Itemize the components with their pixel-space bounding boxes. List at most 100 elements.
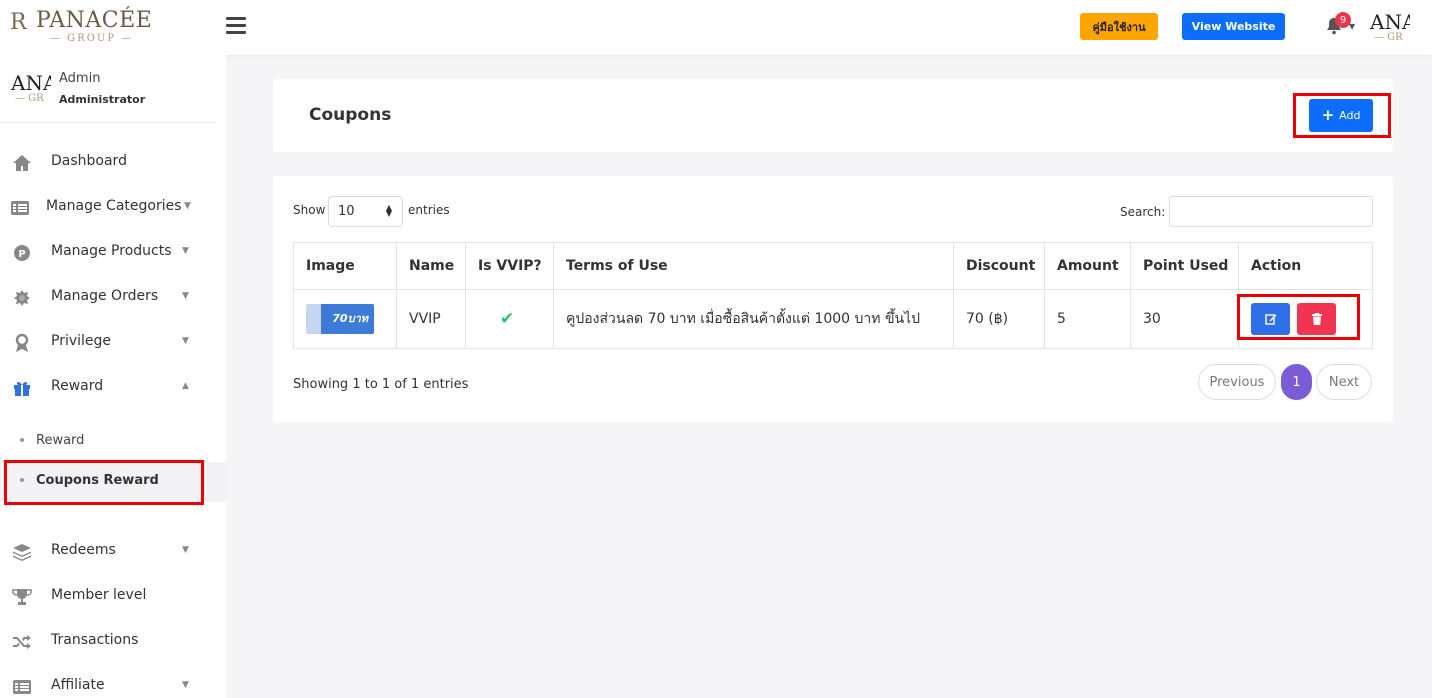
select-arrows-icon: ▲ ▼ — [385, 203, 392, 218]
sidebar-item-label: Reward — [51, 378, 104, 394]
manual-button[interactable]: คู่มือใช้งาน — [1080, 13, 1158, 40]
logo-sub: — GROUP — — [50, 33, 134, 44]
column-header[interactable]: Amount — [1044, 242, 1131, 290]
page-title: Coupons — [309, 105, 392, 125]
user-name: Admin — [59, 71, 101, 86]
cell-image: 70บาท — [293, 289, 397, 349]
page-size-select[interactable]: 10 ▲ ▼ — [328, 196, 403, 227]
sidebar-item-label: Privilege — [51, 333, 112, 349]
submenu-item-coupons-reward[interactable]: Coupons Reward — [0, 462, 226, 502]
user-role: Administrator — [59, 93, 146, 106]
add-button-label: Add — [1339, 109, 1361, 122]
sidebar-item-label: Manage Categories — [46, 198, 182, 214]
bullet-icon — [20, 438, 24, 442]
svg-text:P: P — [18, 249, 25, 260]
shuffle-icon — [12, 632, 32, 652]
column-header: Action — [1238, 242, 1373, 290]
layers-icon — [12, 542, 32, 562]
caret-down-icon: ▼ — [182, 336, 189, 346]
sidebar-item-label: Manage Products — [51, 243, 172, 259]
coupon-image[interactable]: 70บาท — [306, 304, 374, 334]
cell-terms: คูปองส่วนลด 70 บาท เมื่อซื้อสินค้าตั้งแต… — [553, 289, 954, 349]
cell-is-vvip: ✔ — [465, 289, 554, 349]
home-icon — [12, 153, 32, 173]
sidebar-item-label: Manage Orders — [51, 288, 159, 304]
product-icon: P — [12, 243, 32, 263]
caret-down-icon: ▼ — [182, 545, 189, 555]
sidebar-item-affiliate[interactable]: Affiliate ▼ — [0, 667, 216, 698]
sidebar-item-manage-orders[interactable]: Manage Orders ▼ — [0, 278, 216, 318]
delete-button[interactable] — [1297, 303, 1337, 335]
sidebar-item-label: Member level — [51, 587, 147, 603]
user-avatar-sub: — GR — [15, 93, 44, 104]
bullet-icon — [20, 478, 24, 482]
user-box: ANA — GR Admin Administrator — [0, 55, 216, 123]
edit-icon — [1264, 314, 1276, 325]
page-header-card: Coupons + Add — [273, 79, 1393, 152]
caret-up-icon: ▲ — [182, 381, 189, 391]
cell-action — [1238, 289, 1373, 349]
sidebar-item-member-level[interactable]: Member level — [0, 577, 216, 617]
plus-icon: + — [1321, 106, 1335, 124]
gift-icon — [12, 378, 32, 398]
menu-toggle-icon[interactable] — [226, 17, 246, 35]
affiliate-icon — [12, 677, 32, 697]
sidebar-item-transactions[interactable]: Transactions — [0, 622, 216, 662]
top-bar: R PANACÉE — GROUP — คู่มือใช้งาน View We… — [0, 0, 1432, 55]
edit-button[interactable] — [1251, 303, 1290, 335]
submenu-item-reward[interactable]: Reward — [0, 422, 226, 462]
column-header[interactable]: Point Used — [1130, 242, 1239, 290]
pagination-previous[interactable]: Previous — [1198, 364, 1276, 400]
sidebar-item-manage-products[interactable]: P Manage Products ▼ — [0, 233, 216, 273]
avatar[interactable]: ANA — GR — [1370, 10, 1410, 48]
search-label: Search: — [1120, 205, 1166, 219]
add-button[interactable]: + Add — [1309, 99, 1373, 132]
caret-down-icon: ▼ — [182, 246, 189, 256]
submenu-item-label: Reward — [36, 433, 85, 448]
cell-name: VVIP — [396, 289, 466, 349]
list-icon — [10, 198, 30, 218]
trash-icon — [1311, 313, 1322, 325]
sidebar-item-privilege[interactable]: Privilege ▼ — [0, 323, 216, 363]
caret-down-icon: ▼ — [182, 680, 189, 690]
caret-down-icon: ▼ — [184, 201, 191, 211]
user-avatar-text: ANA — [11, 71, 51, 95]
cell-amount: 5 — [1044, 289, 1131, 349]
caret-down-icon[interactable]: ▼ — [1349, 22, 1355, 31]
table-row: 70บาท VVIP ✔ คูปองส่วนลด 70 บาท เมื่อซื้… — [293, 289, 1373, 349]
showing-info: Showing 1 to 1 of 1 entries — [293, 377, 469, 392]
avatar-sub: — GR — [1374, 32, 1403, 43]
sidebar-item-label: Redeems — [51, 542, 116, 558]
column-header[interactable]: Image — [293, 242, 397, 290]
sidebar-item-label: Affiliate — [51, 677, 105, 693]
column-header[interactable]: Terms of Use — [553, 242, 954, 290]
column-header[interactable]: Is VVIP? — [465, 242, 554, 290]
orders-icon — [12, 288, 32, 308]
user-avatar: ANA — GR — [11, 71, 51, 107]
coupons-table: Image Name Is VVIP? Terms of Use Discoun… — [293, 242, 1373, 349]
caret-down-icon: ▼ — [182, 291, 189, 301]
logo-mark: R — [10, 10, 27, 35]
sidebar-item-reward[interactable]: Reward ▲ — [0, 368, 216, 408]
view-website-button[interactable]: View Website — [1182, 13, 1285, 40]
pagination-page-1[interactable]: 1 — [1281, 364, 1312, 400]
cell-point-used: 30 — [1130, 289, 1239, 349]
logo[interactable]: R PANACÉE — GROUP — — [10, 8, 153, 48]
column-header[interactable]: Name — [396, 242, 466, 290]
sidebar-item-manage-categories[interactable]: Manage Categories ▼ — [0, 188, 216, 228]
pagination-next[interactable]: Next — [1316, 364, 1372, 400]
submenu-item-label: Coupons Reward — [36, 473, 159, 488]
trophy-icon — [12, 587, 32, 607]
sidebar: ANA — GR Admin Administrator Dashboard M… — [0, 55, 226, 698]
sidebar-item-redeems[interactable]: Redeems ▼ — [0, 532, 216, 572]
avatar-text: ANA — [1370, 10, 1410, 34]
table-card: Show 10 ▲ ▼ entries Search: Image Name Is… — [273, 176, 1393, 422]
column-header[interactable]: Discount — [953, 242, 1045, 290]
search-input[interactable] — [1169, 196, 1373, 227]
sidebar-item-dashboard[interactable]: Dashboard — [0, 143, 216, 183]
page-size-value: 10 — [338, 204, 355, 219]
cell-discount: 70 (฿) — [953, 289, 1045, 349]
logo-brand: PANACÉE — [36, 8, 153, 33]
entries-label: entries — [408, 203, 450, 217]
show-label: Show — [293, 203, 326, 217]
